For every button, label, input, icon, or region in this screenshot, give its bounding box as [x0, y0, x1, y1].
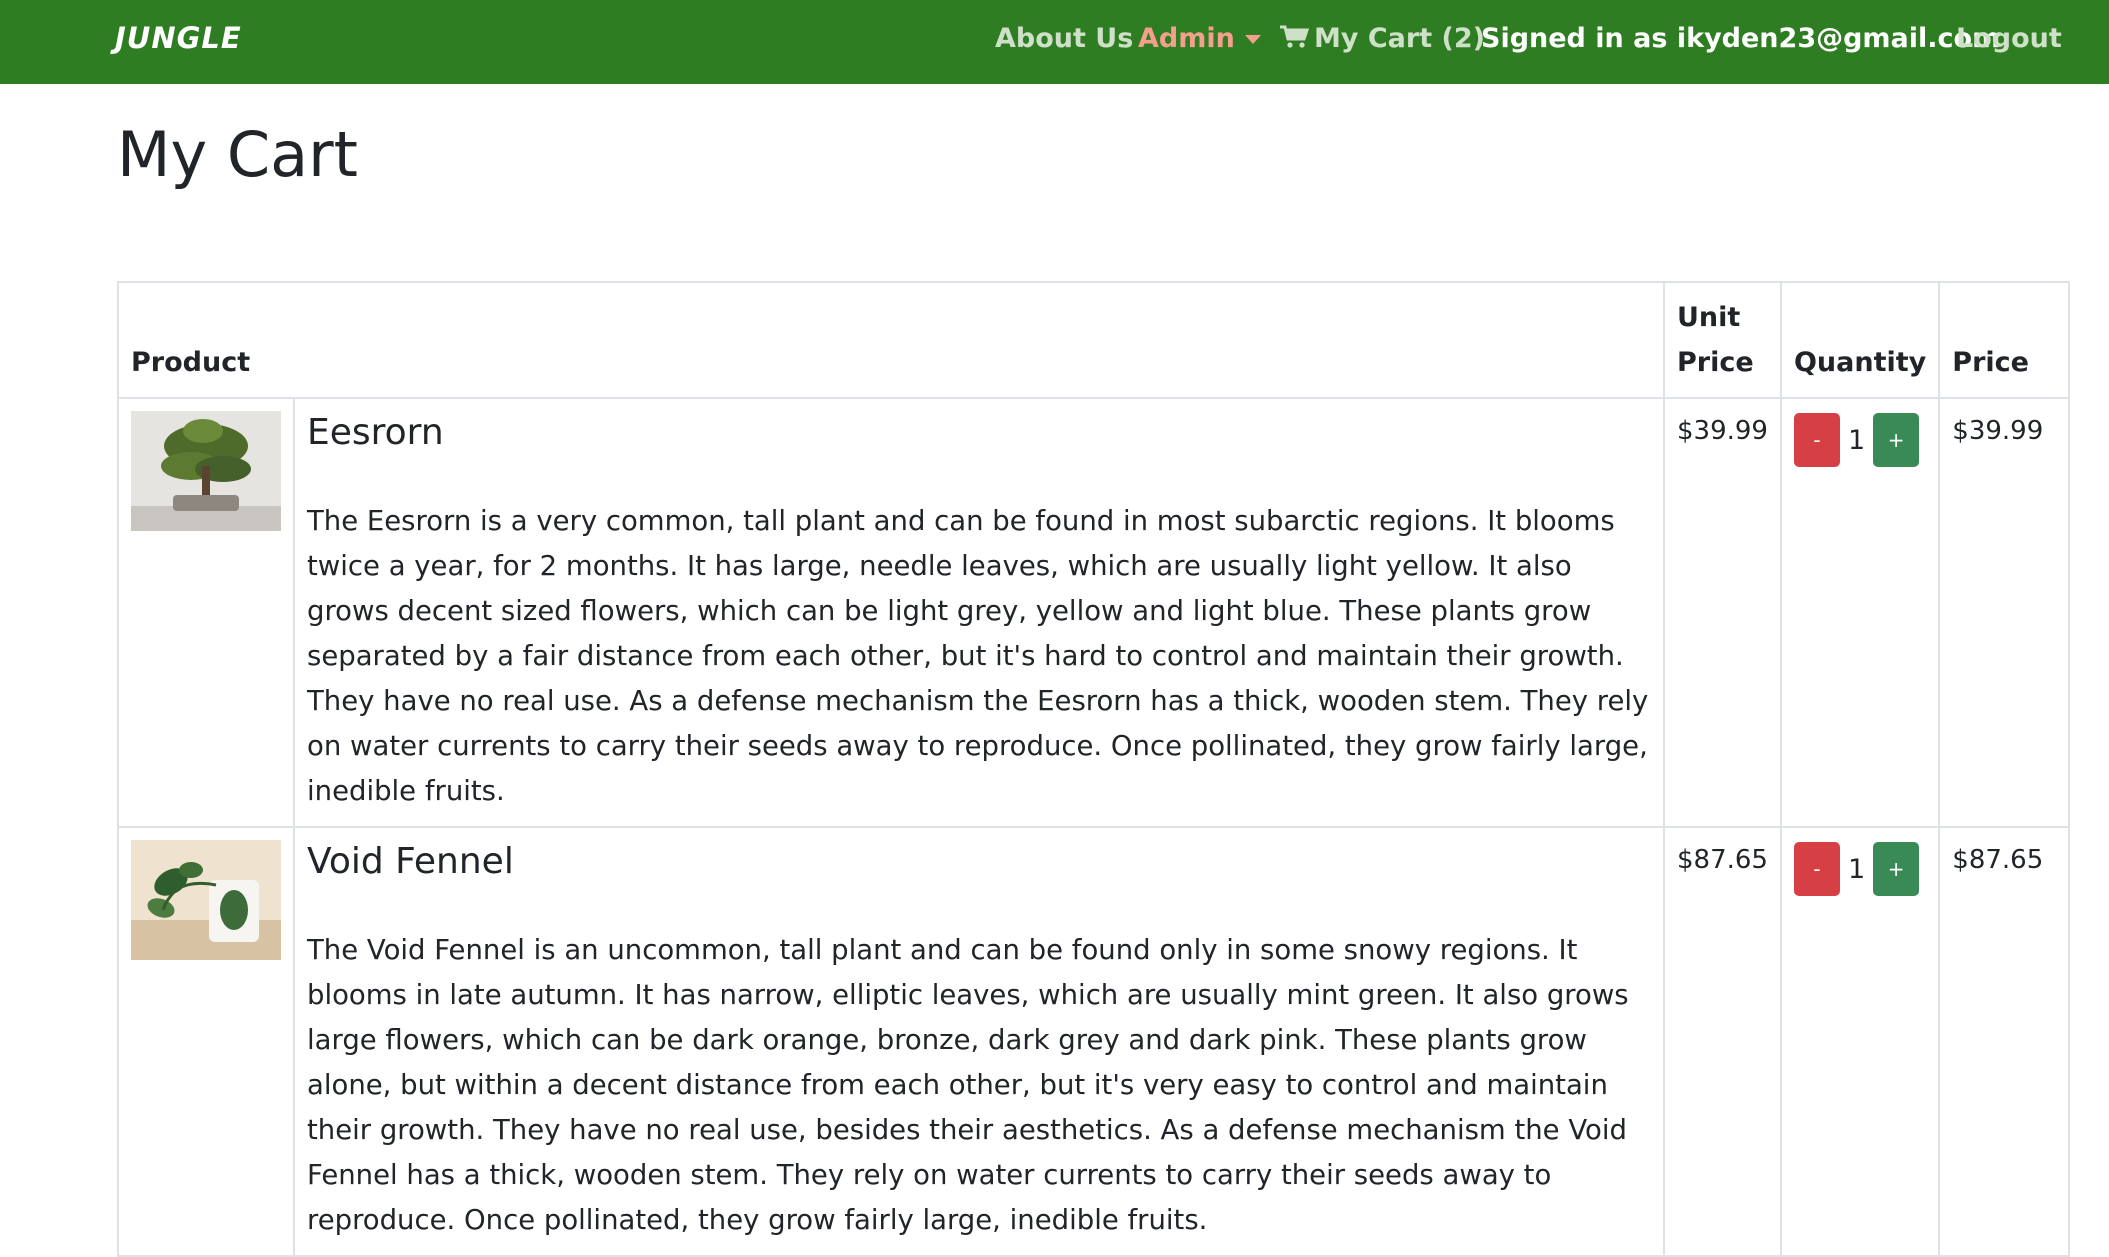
product-image-cell	[117, 826, 295, 1257]
product-info-cell: Eesrorn The Eesrorn is a very common, ta…	[293, 397, 1665, 828]
nav-cart-label: My Cart (2)	[1314, 23, 1485, 54]
product-info-cell: Void Fennel The Void Fennel is an uncomm…	[293, 826, 1665, 1257]
increase-quantity-button[interactable]: +	[1873, 842, 1920, 896]
product-image-cell	[117, 397, 295, 828]
unit-price-cell: $39.99	[1663, 397, 1782, 828]
navbar: JUNGLE About Us Admin My Cart (2) Signed…	[0, 0, 2109, 84]
brand-logo[interactable]: JUNGLE	[115, 18, 242, 58]
unit-price-cell: $87.65	[1663, 826, 1782, 1257]
increase-quantity-button[interactable]: +	[1873, 413, 1920, 467]
header-unit-price: Unit Price	[1663, 281, 1782, 399]
price-cell: $87.65	[1938, 826, 2071, 1257]
decrease-quantity-button[interactable]: -	[1793, 842, 1840, 896]
table-header-row: Product Unit Price Quantity Price	[117, 281, 2071, 399]
nav-admin-label: Admin	[1138, 23, 1235, 54]
quantity-cell: - 1 +	[1779, 397, 1941, 828]
product-description: The Void Fennel is an uncommon, tall pla…	[307, 934, 1629, 1236]
product-name[interactable]: Void Fennel	[307, 840, 1651, 884]
cart-table: Product Unit Price Quantity Price Eesror…	[117, 281, 2071, 1257]
shopping-cart-icon	[1280, 25, 1310, 48]
nav-cart-link[interactable]: My Cart (2)	[1280, 18, 1485, 60]
chevron-down-icon	[1244, 35, 1261, 44]
nav-logout-link[interactable]: Logout	[1956, 18, 2062, 60]
quantity-stepper: - 1 +	[1793, 842, 1926, 896]
table-row: Void Fennel The Void Fennel is an uncomm…	[117, 826, 2071, 1257]
header-quantity: Quantity	[1779, 281, 1941, 399]
product-description: The Eesrorn is a very common, tall plant…	[307, 505, 1649, 807]
unit-price: $39.99	[1677, 416, 1768, 446]
header-product: Product	[117, 281, 1665, 399]
quantity-value: 1	[1847, 853, 1866, 885]
unit-price: $87.65	[1677, 845, 1768, 875]
line-price: $87.65	[1952, 845, 2044, 875]
quantity-cell: - 1 +	[1779, 826, 1941, 1257]
product-image-bonsai[interactable]	[131, 411, 281, 531]
header-price: Price	[1938, 281, 2071, 399]
product-image-vine[interactable]	[131, 840, 281, 960]
page-title: My Cart	[117, 118, 358, 191]
signed-in-user: Signed in as ikyden23@gmail.com	[1481, 23, 2001, 54]
quantity-value: 1	[1847, 424, 1866, 456]
quantity-stepper: - 1 +	[1793, 413, 1926, 467]
price-cell: $39.99	[1938, 397, 2071, 828]
line-price: $39.99	[1952, 416, 2044, 446]
product-name[interactable]: Eesrorn	[307, 411, 1651, 455]
table-row: Eesrorn The Eesrorn is a very common, ta…	[117, 397, 2071, 828]
nav-about-link[interactable]: About Us	[995, 18, 1133, 60]
decrease-quantity-button[interactable]: -	[1793, 413, 1840, 467]
nav-admin-dropdown[interactable]: Admin	[1138, 18, 1261, 60]
